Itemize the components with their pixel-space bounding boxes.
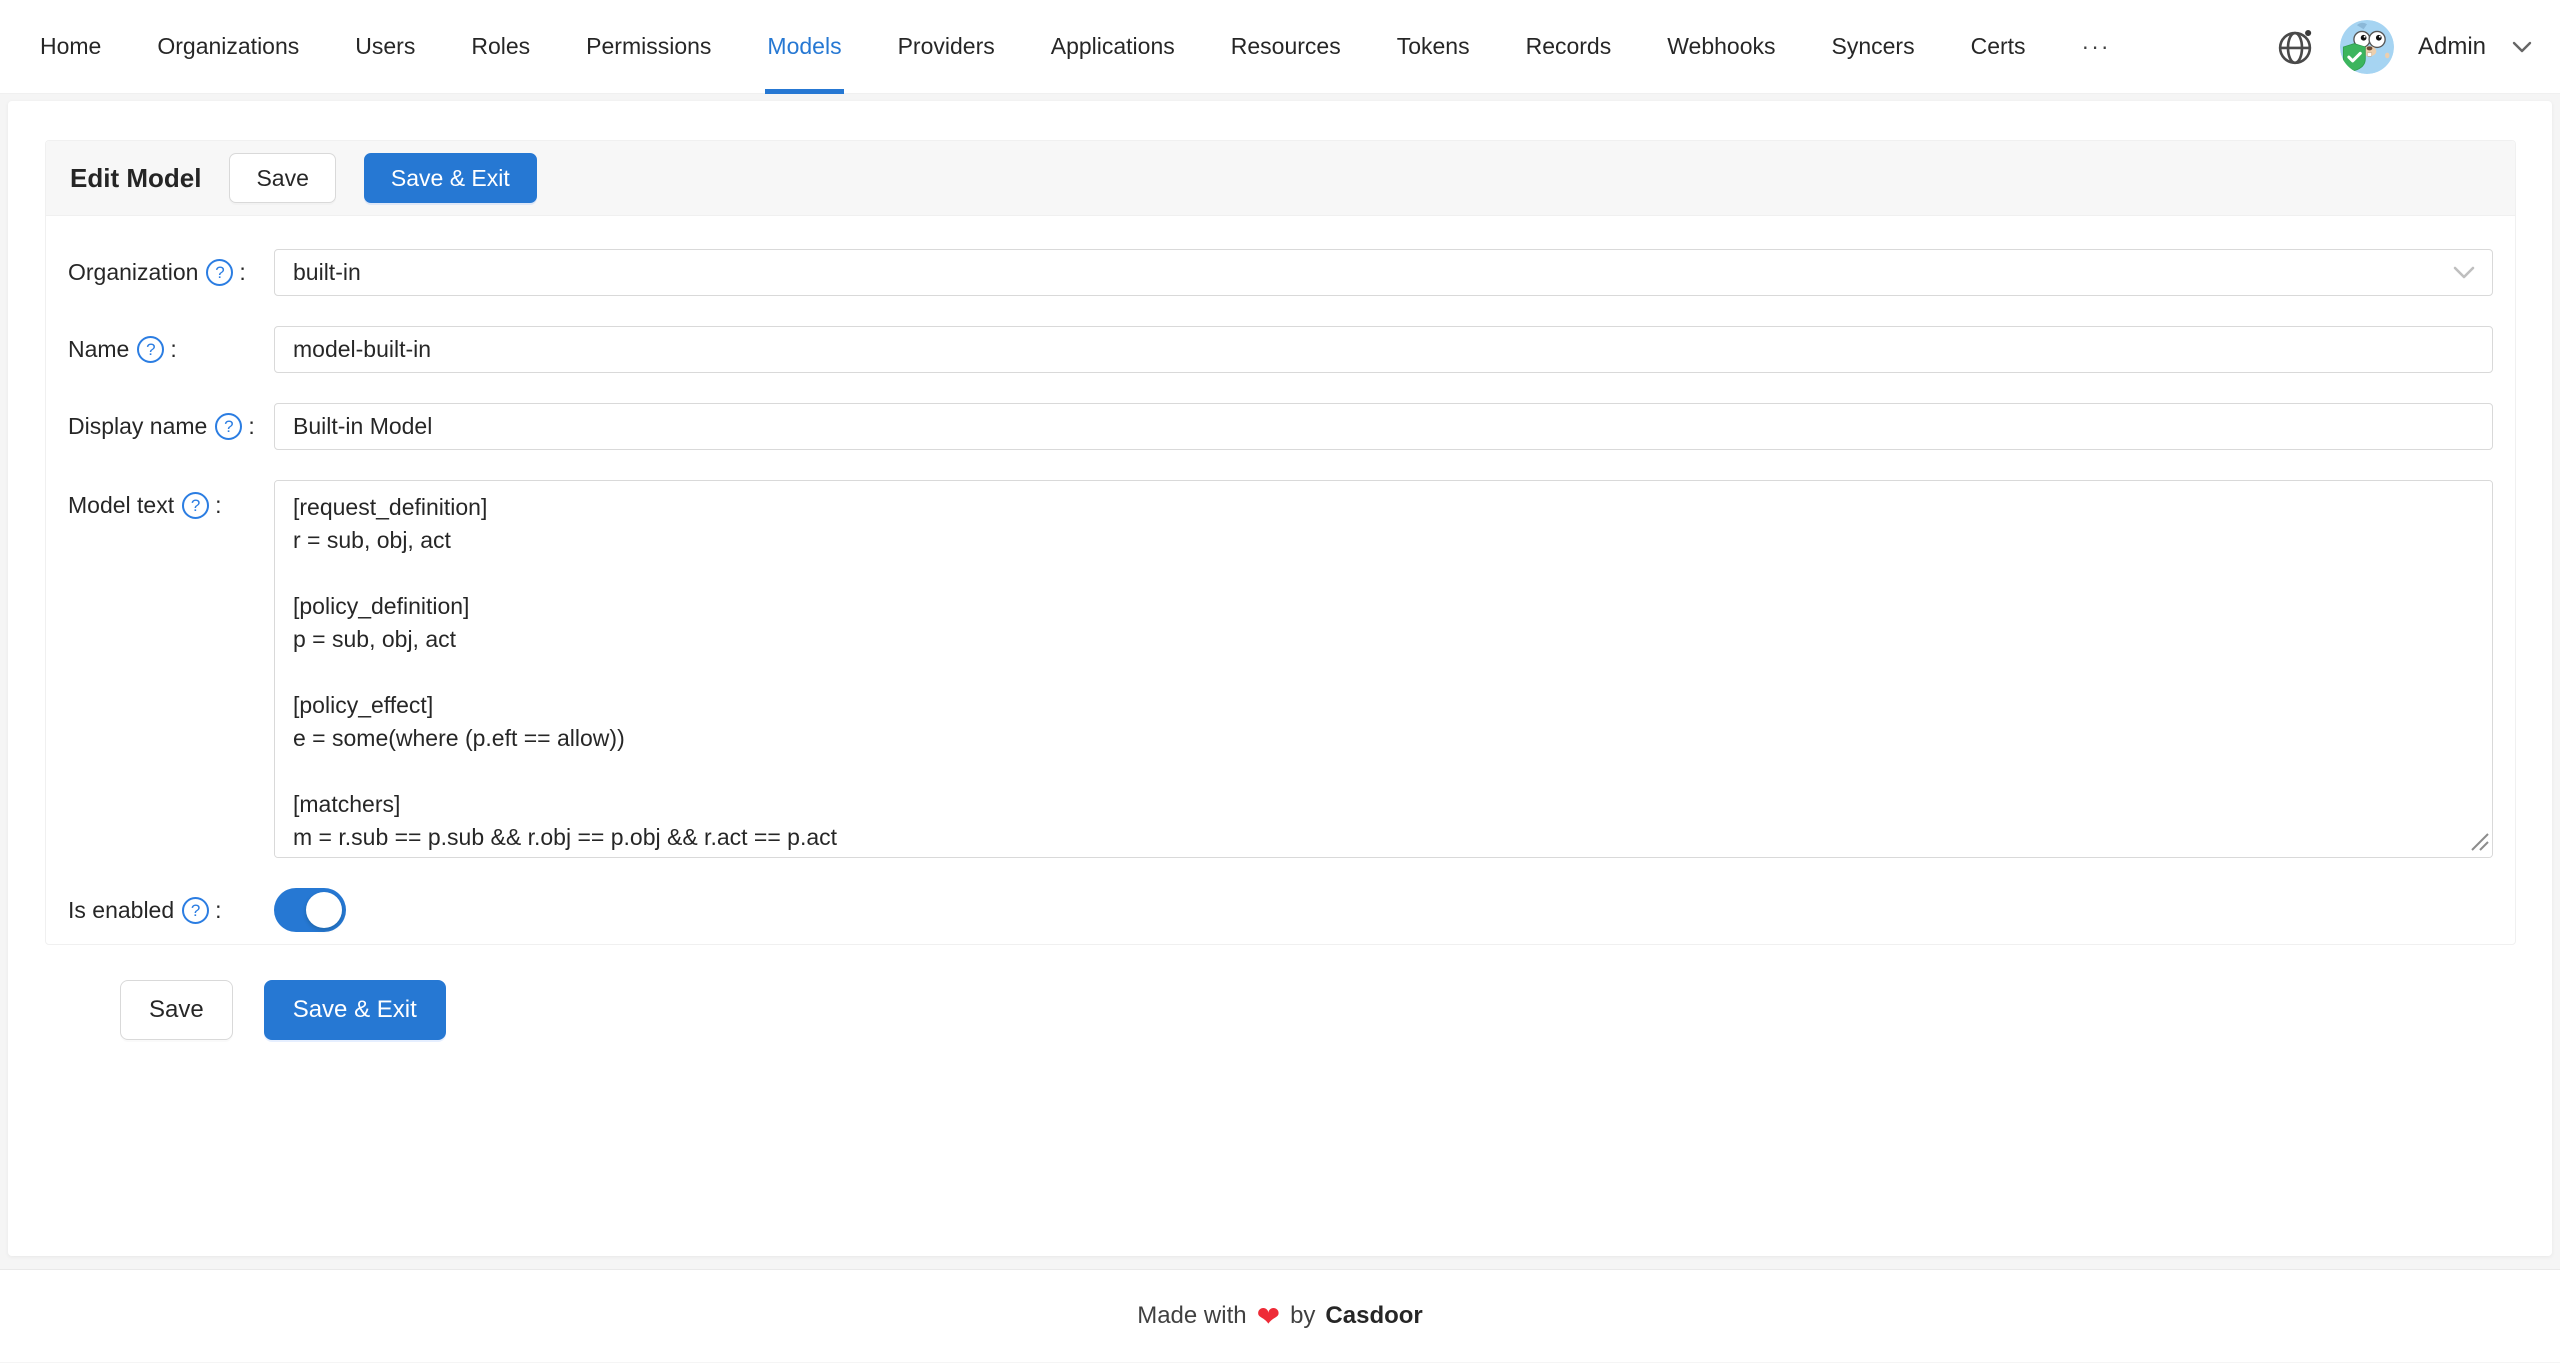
organization-select-value: built-in (293, 259, 361, 286)
footer-by-text: by (1290, 1302, 1315, 1330)
organization-label: Organization ? : (68, 259, 274, 286)
help-icon[interactable]: ? (206, 259, 233, 286)
form-body: Organization ? : built-in Name ? (46, 216, 2515, 944)
label-colon: : (170, 336, 176, 363)
page-title: Edit Model (70, 163, 201, 194)
model-text-textarea[interactable]: [request_definition] r = sub, obj, act [… (274, 480, 2493, 858)
model-text-label-text: Model text (68, 492, 174, 519)
casdoor-brand-link[interactable]: Casdoor (1325, 1302, 1422, 1330)
model-text-label: Model text ? : (68, 480, 274, 519)
nav-tab-providers[interactable]: Providers (870, 0, 1023, 93)
resize-handle-icon[interactable] (2468, 830, 2490, 852)
name-row: Name ? : (68, 326, 2493, 373)
nav-tab-syncers[interactable]: Syncers (1804, 0, 1943, 93)
nav-tab-resources[interactable]: Resources (1203, 0, 1369, 93)
footer-made-with-text: Made with (1137, 1302, 1246, 1330)
top-navigation: Home Organizations Users Roles Permissio… (0, 0, 2560, 94)
nav-tab-users[interactable]: Users (327, 0, 443, 93)
heart-icon: ❤ (1257, 1303, 1280, 1331)
help-icon[interactable]: ? (215, 413, 242, 440)
nav-tab-records[interactable]: Records (1498, 0, 1640, 93)
name-label-text: Name (68, 336, 129, 363)
nav-tab-home[interactable]: Home (12, 0, 129, 93)
edit-model-card: Edit Model Save Save & Exit Organization… (45, 140, 2516, 945)
label-colon: : (215, 492, 221, 519)
toggle-knob (306, 892, 342, 928)
nav-tab-roles[interactable]: Roles (443, 0, 558, 93)
help-icon[interactable]: ? (137, 336, 164, 363)
nav-tabs: Home Organizations Users Roles Permissio… (12, 0, 2139, 93)
is-enabled-row: Is enabled ? : (68, 888, 2493, 932)
chevron-down-icon[interactable] (2512, 41, 2532, 53)
user-avatar[interactable] (2340, 20, 2394, 74)
save-button-bottom[interactable]: Save (120, 980, 233, 1040)
nav-tab-webhooks[interactable]: Webhooks (1639, 0, 1803, 93)
display-name-input[interactable] (274, 403, 2493, 450)
is-enabled-toggle[interactable] (274, 888, 346, 932)
name-input[interactable] (274, 326, 2493, 373)
nav-tab-certs[interactable]: Certs (1943, 0, 2054, 93)
nav-tab-applications[interactable]: Applications (1023, 0, 1203, 93)
content-panel: Edit Model Save Save & Exit Organization… (8, 101, 2552, 1256)
help-icon[interactable]: ? (182, 492, 209, 519)
page-footer: Made with ❤ by Casdoor (0, 1269, 2560, 1362)
label-colon: : (248, 413, 254, 440)
organization-row: Organization ? : built-in (68, 249, 2493, 296)
nav-tab-models[interactable]: Models (739, 0, 869, 93)
organization-select[interactable]: built-in (274, 249, 2493, 296)
is-enabled-label: Is enabled ? : (68, 897, 274, 924)
nav-right-controls: Admin (2274, 0, 2532, 93)
nav-tab-tokens[interactable]: Tokens (1369, 0, 1498, 93)
nav-tab-permissions[interactable]: Permissions (558, 0, 739, 93)
label-colon: : (239, 259, 245, 286)
nav-more-button[interactable]: ··· (2054, 0, 2139, 93)
nav-tab-organizations[interactable]: Organizations (129, 0, 327, 93)
organization-label-text: Organization (68, 259, 198, 286)
display-name-label: Display name ? : (68, 413, 274, 440)
language-globe-icon[interactable] (2274, 26, 2316, 68)
model-text-row: Model text ? : [request_definition] r = … (68, 480, 2493, 858)
help-icon[interactable]: ? (182, 897, 209, 924)
name-label: Name ? : (68, 336, 274, 363)
save-button-top[interactable]: Save (229, 153, 335, 203)
user-menu[interactable]: Admin (2418, 33, 2486, 61)
is-enabled-label-text: Is enabled (68, 897, 174, 924)
save-exit-button-bottom[interactable]: Save & Exit (264, 980, 446, 1040)
card-header: Edit Model Save Save & Exit (46, 141, 2515, 216)
display-name-label-text: Display name (68, 413, 207, 440)
save-exit-button-top[interactable]: Save & Exit (364, 153, 537, 203)
display-name-row: Display name ? : (68, 403, 2493, 450)
label-colon: : (215, 897, 221, 924)
